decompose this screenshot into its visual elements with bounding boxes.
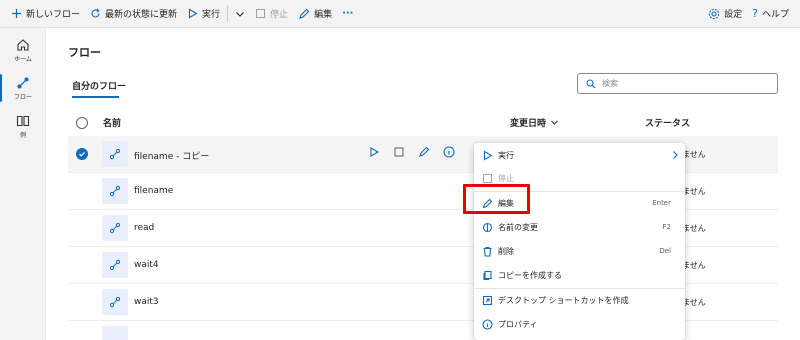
tab-underline [72,96,119,98]
flow-icon [16,76,30,90]
column-header-status[interactable]: ステータス [645,116,690,129]
page-title: フロー [68,46,101,59]
run-button[interactable]: 実行 [182,0,225,28]
checkmark-icon [79,152,85,157]
menu-item-delete-shortcut: Del [659,247,671,255]
settings-button[interactable]: 設定 [703,0,747,28]
row-stop-icon[interactable] [393,146,405,158]
stop-icon [482,173,493,184]
run-label: 実行 [202,10,221,20]
row-checkbox-checked[interactable] [76,148,88,160]
left-nav: ホーム フロー 例 [0,28,46,340]
flow-icon-partial [102,326,128,340]
row-status: ません [682,150,706,159]
menu-item-run[interactable]: 実行 [474,144,685,166]
row-name[interactable]: read [134,223,154,233]
menu-item-rename-label: 名前の変更 [498,222,538,232]
pencil-icon [298,8,310,20]
copy-icon [482,270,493,281]
new-flow-button[interactable]: 新しいフロー [6,0,85,28]
stop-label: 停止 [270,10,289,20]
nav-examples[interactable]: 例 [0,108,46,144]
menu-item-copy-label: コピーを作成する [498,270,562,280]
help-label: ヘルプ [761,10,789,20]
row-status: ません [682,224,706,233]
flow-icon [102,289,128,315]
column-header-modified-label: 変更日時 [510,119,547,129]
edit-button[interactable]: 編集 [293,0,337,28]
refresh-icon [90,8,101,19]
row-actions [368,146,455,158]
row-status: ません [682,298,706,307]
flow-icon [102,215,128,241]
home-icon [16,38,30,52]
search-icon [586,78,596,89]
settings-label: 設定 [724,10,743,20]
row-status: ません [682,187,706,196]
column-header-name[interactable]: 名前 [103,116,121,129]
search-box[interactable] [577,73,778,94]
nav-home[interactable]: ホーム [0,32,46,68]
main-content: フロー 自分のフロー 名前 変更日時 ステータス filename - コピー [46,28,800,340]
menu-item-properties-label: プロパティ [498,319,538,329]
more-icon: ··· [342,8,354,19]
play-icon [187,8,198,19]
rename-icon [482,222,493,233]
row-name[interactable]: filename - コピー [134,149,209,162]
help-icon: ? [752,7,758,20]
context-menu: 実行 停止 編集 Enter 名前の変更 F2 削除 Del コピーを作成する … [474,143,685,340]
shortcut-icon [482,295,493,306]
gear-icon [708,8,720,20]
nav-examples-label: 例 [19,131,26,139]
menu-item-desktop-shortcut[interactable]: デスクトップ ショートカットを作成 [474,289,685,311]
row-edit-icon[interactable] [418,146,430,158]
stop-button[interactable]: 停止 [250,0,293,28]
refresh-button[interactable]: 最新の状態に更新 [85,0,182,28]
new-flow-label: 新しいフロー [26,10,81,20]
row-name[interactable]: wait4 [134,260,159,270]
nav-flows[interactable]: フロー [0,70,46,106]
select-all-radio[interactable] [76,117,88,129]
row-name[interactable]: wait3 [134,297,159,307]
command-bar: 新しいフロー 最新の状態に更新 実行 停止 編集 ··· 設定 ? ヘルプ [0,0,800,28]
trash-icon [482,246,493,257]
edit-label: 編集 [314,10,333,20]
chevron-right-icon [671,150,679,160]
menu-item-edit-shortcut: Enter [652,199,671,207]
menu-item-delete[interactable]: 削除 Del [474,240,685,262]
play-icon [482,150,493,161]
row-info-icon[interactable] [443,146,455,158]
menu-item-run-label: 実行 [498,150,514,160]
run-dropdown-button[interactable] [230,0,250,28]
flow-icon [102,252,128,278]
flow-icon [102,178,128,204]
tab-my-flows[interactable]: 自分のフロー [72,79,126,92]
row-name[interactable]: filename [134,186,173,196]
column-header-modified[interactable]: 変更日時 [510,116,559,129]
menu-item-rename-shortcut: F2 [662,223,671,231]
sort-chevron-icon [550,118,559,127]
edit-highlight-box [463,184,530,214]
book-icon [16,114,30,128]
nav-flows-label: フロー [13,93,32,101]
row-run-icon[interactable] [368,146,380,158]
flow-icon [102,141,128,167]
info-icon [482,318,493,330]
row-status: ません [682,261,706,270]
chevron-down-icon [235,9,245,19]
menu-item-stop-label: 停止 [498,173,514,183]
more-button[interactable]: ··· [337,0,358,28]
menu-item-delete-label: 削除 [498,246,514,256]
menu-item-rename[interactable]: 名前の変更 F2 [474,216,685,238]
search-input[interactable] [602,79,762,88]
menu-item-properties[interactable]: プロパティ [474,313,685,335]
toolbar-divider [227,5,229,22]
help-button[interactable]: ? ヘルプ [747,0,794,28]
menu-item-copy[interactable]: コピーを作成する [474,264,685,286]
menu-item-desktop-shortcut-label: デスクトップ ショートカットを作成 [498,295,629,305]
plus-icon [11,8,22,19]
refresh-label: 最新の状態に更新 [105,10,178,20]
nav-home-label: ホーム [14,55,32,63]
stop-icon [255,8,266,19]
